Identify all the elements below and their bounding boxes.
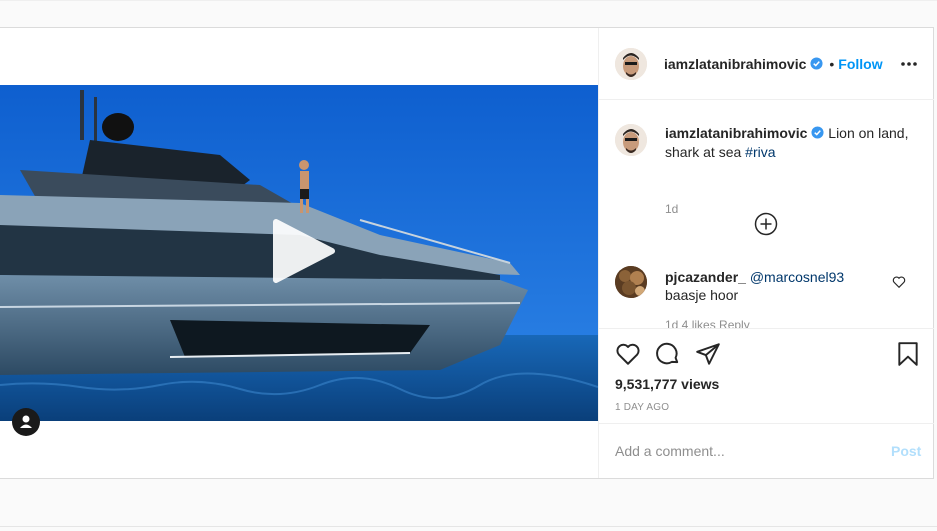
- save-button[interactable]: [895, 341, 921, 367]
- post-caption: iamzlatanibrahimovic Lion on land, shark…: [665, 124, 915, 162]
- comment-button[interactable]: [655, 341, 681, 367]
- comment-text: baasje hoor: [665, 287, 739, 303]
- hashtag-link[interactable]: #riva: [745, 144, 775, 160]
- post-card: iamzlatanibrahimovic • Follow iamzlatani…: [0, 27, 934, 479]
- comment-like-icon: [892, 276, 906, 289]
- caption-avatar[interactable]: [615, 124, 647, 156]
- load-more-comments-button[interactable]: [754, 212, 778, 236]
- comment-item: pjcazander_ @marcosnel93 baasje hoor: [665, 268, 885, 304]
- comment-mention[interactable]: @marcosnel93: [750, 269, 844, 285]
- separator-dot: •: [829, 56, 835, 72]
- post-header: iamzlatanibrahimovic • Follow: [599, 28, 934, 100]
- author-avatar[interactable]: [615, 48, 647, 80]
- comment-icon: [656, 342, 679, 365]
- author-username[interactable]: iamzlatanibrahimovic: [664, 56, 806, 72]
- user-tag-button[interactable]: [12, 408, 40, 436]
- post-media: [0, 28, 598, 478]
- post-comment-button[interactable]: Post: [891, 443, 921, 459]
- like-button[interactable]: [615, 341, 641, 367]
- follow-button[interactable]: Follow: [838, 56, 882, 72]
- header-user-row: iamzlatanibrahimovic • Follow: [664, 56, 883, 72]
- verified-badge-icon: [810, 57, 823, 70]
- post-sidebar: iamzlatanibrahimovic • Follow iamzlatani…: [598, 28, 934, 478]
- avatar-image: [615, 124, 647, 156]
- more-options-icon: [901, 62, 917, 66]
- share-button[interactable]: [695, 341, 721, 367]
- comment-input[interactable]: [615, 440, 875, 462]
- like-heart-icon: [616, 343, 640, 365]
- bottom-divider: [0, 526, 937, 527]
- play-button[interactable]: [270, 218, 336, 284]
- add-comment-bar: Post: [599, 423, 934, 478]
- more-options-button[interactable]: [899, 54, 919, 74]
- top-divider: [0, 0, 937, 1]
- comment-username[interactable]: pjcazander_: [665, 269, 746, 285]
- verified-badge-icon: [811, 126, 824, 139]
- user-tag-icon: [20, 415, 32, 428]
- avatar-image: [615, 48, 647, 80]
- post-actions: 9,531,777 views 1 DAY AGO: [599, 328, 934, 423]
- save-bookmark-icon: [898, 342, 918, 366]
- view-count[interactable]: 9,531,777 views: [615, 376, 719, 392]
- commenter-avatar[interactable]: [615, 266, 647, 298]
- comments-section: iamzlatanibrahimovic Lion on land, shark…: [599, 100, 934, 328]
- share-icon: [696, 343, 720, 365]
- caption-username[interactable]: iamzlatanibrahimovic: [665, 125, 807, 141]
- comment-like-button[interactable]: [892, 275, 906, 289]
- post-timestamp[interactable]: 1 DAY AGO: [615, 402, 669, 413]
- avatar-image: [615, 266, 647, 298]
- play-icon: [273, 219, 335, 283]
- comment-meta: 1d 4 likes Reply: [665, 318, 750, 328]
- caption-time: 1d: [665, 202, 679, 216]
- load-more-comments-icon: [754, 212, 778, 236]
